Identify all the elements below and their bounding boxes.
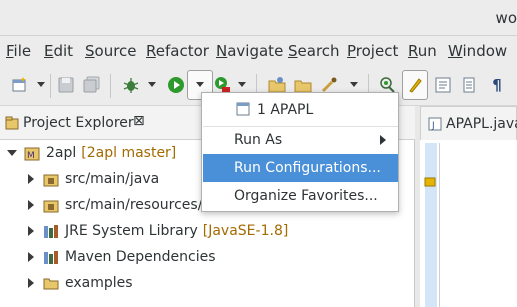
tree-item-library[interactable]: JRE System Library [JavaSE-1.8]: [25, 218, 288, 244]
expand-arrow-icon[interactable]: [25, 251, 37, 263]
source-folder-icon: [43, 197, 59, 213]
run-dropdown-icon[interactable]: [196, 82, 204, 87]
menu-search[interactable]: Search: [288, 42, 340, 60]
coverage-dropdown-icon[interactable]: [238, 82, 246, 87]
menu-navigate[interactable]: Navigate: [216, 42, 283, 60]
git-decoration: [2apl master]: [81, 145, 177, 161]
toolbar-separator: [110, 74, 111, 98]
svg-text:M: M: [27, 151, 35, 161]
project-explorer-icon: [5, 116, 19, 134]
tree-item-library[interactable]: Maven Dependencies: [25, 244, 216, 270]
menu-item-run-as[interactable]: Run As: [203, 126, 398, 154]
highlight-icon[interactable]: [405, 75, 425, 95]
search-dropdown-icon[interactable]: [350, 82, 358, 87]
folder-icon: [43, 275, 59, 291]
menu-project[interactable]: Project: [347, 42, 398, 60]
menu-edit[interactable]: Edit: [44, 42, 73, 60]
new-wizard-dropdown-icon[interactable]: [37, 82, 45, 87]
run-icon[interactable]: [166, 75, 186, 95]
editor-ruler: [425, 143, 437, 307]
tree-item-folder[interactable]: examples: [25, 270, 133, 296]
menu-item-launch-config[interactable]: 1 APAPL: [203, 96, 398, 124]
menu-item-label: Run As: [234, 132, 283, 148]
source-folder-icon: [43, 171, 59, 187]
tree-item-label: JRE System Library: [65, 223, 198, 239]
library-icon: [43, 223, 59, 239]
expand-arrow-icon[interactable]: [25, 277, 37, 289]
editor-tab-title: APAPL.java: [446, 116, 517, 132]
debug-icon[interactable]: [121, 75, 141, 95]
java-file-icon: J: [428, 117, 442, 135]
library-icon: [43, 249, 59, 265]
tree-item-label: Maven Dependencies: [65, 249, 216, 265]
outline-icon[interactable]: [433, 75, 453, 95]
bookmark-icon[interactable]: [424, 176, 436, 192]
expand-arrow-icon[interactable]: [25, 173, 37, 185]
menu-item-label: Run Configurations...: [234, 160, 381, 176]
run-dropdown-menu: 1 APAPL Run As Run Configurations... Org…: [201, 92, 399, 212]
debug-dropdown-icon[interactable]: [148, 82, 156, 87]
tree-item-label: 2apl: [46, 145, 77, 161]
menu-window[interactable]: Window: [448, 42, 507, 60]
menu-item-label: Organize Favorites...: [234, 188, 378, 204]
editor-area: J APAPL.java: [420, 106, 517, 307]
submenu-arrow-icon: [380, 135, 386, 145]
menu-item-label: 1 APAPL: [257, 102, 314, 118]
menu-source[interactable]: Source: [85, 42, 137, 60]
editor-tab[interactable]: J APAPL.java: [420, 106, 517, 140]
expand-arrow-icon[interactable]: [25, 225, 37, 237]
expand-arrow-icon[interactable]: [25, 199, 37, 211]
menu-run[interactable]: Run: [408, 42, 437, 60]
launch-config-icon: [236, 102, 250, 120]
editor-ruler-border: [439, 143, 440, 307]
tree-item-label: examples: [65, 275, 133, 291]
menu-item-run-configurations[interactable]: Run Configurations...: [203, 154, 398, 182]
window-title: wo: [495, 9, 517, 27]
collapse-arrow-icon[interactable]: [6, 147, 18, 159]
paragraph-icon[interactable]: ¶: [487, 75, 507, 95]
close-view-icon[interactable]: ⊠: [133, 113, 145, 129]
menu-bar: File Edit Source Refactor Navigate Searc…: [0, 36, 517, 66]
menu-file[interactable]: File: [6, 42, 31, 60]
title-bar: wo: [0, 0, 517, 36]
maven-project-icon: M: [24, 145, 40, 161]
jre-decoration: [JavaSE-1.8]: [202, 223, 289, 239]
menu-item-organize-favorites[interactable]: Organize Favorites...: [203, 182, 398, 210]
save-icon[interactable]: [56, 75, 76, 95]
tree-item-project[interactable]: M 2apl [2apl master]: [6, 140, 176, 166]
menu-refactor[interactable]: Refactor: [146, 42, 209, 60]
svg-text:J: J: [431, 121, 435, 131]
toolbar-separator: [50, 74, 51, 98]
tree-item-source-folder[interactable]: src/main/java: [25, 166, 159, 192]
markers-icon[interactable]: [459, 75, 479, 95]
save-all-icon[interactable]: [82, 75, 102, 95]
tree-item-label: src/main/java: [65, 171, 160, 187]
project-explorer-title: Project Explorer: [23, 115, 134, 131]
new-wizard-icon[interactable]: [10, 75, 30, 95]
